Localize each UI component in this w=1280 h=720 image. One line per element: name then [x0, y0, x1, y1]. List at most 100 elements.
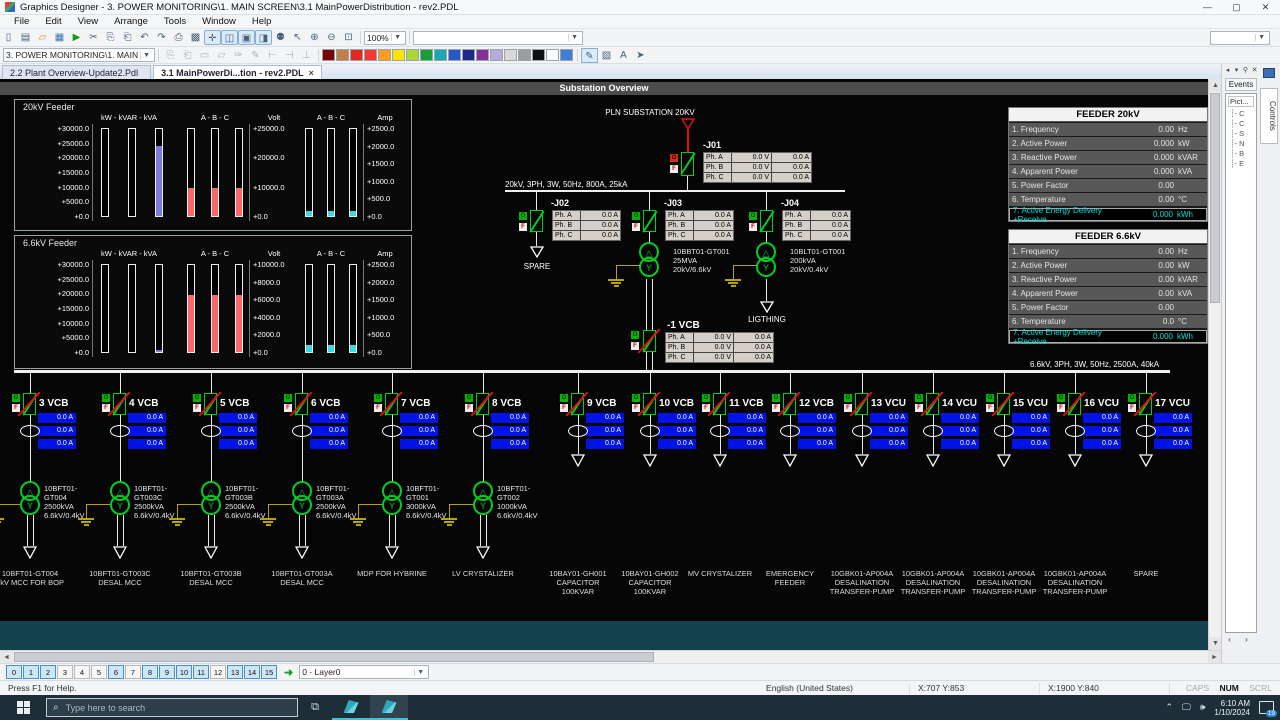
maximize-button[interactable]: ▢: [1222, 0, 1251, 14]
runtime-icon[interactable]: ⚉: [272, 30, 289, 45]
events-tree[interactable]: Pict... ┊- C┊- C┊- S┊- N┊- B┊- E: [1225, 93, 1257, 633]
breaker-open-badge[interactable]: O: [915, 394, 923, 402]
group-icon[interactable]: ▭: [196, 48, 213, 63]
breaker-open-badge[interactable]: O: [986, 394, 994, 402]
tree-item[interactable]: ┊- S: [1226, 129, 1256, 139]
layer-combo[interactable]: 0 - Layer0 ▼: [299, 665, 429, 679]
breaker-open-badge[interactable]: O: [1128, 394, 1136, 402]
color-swatch[interactable]: [504, 49, 517, 61]
zoom-region-icon[interactable]: ⊡: [340, 30, 357, 45]
color-swatch[interactable]: [420, 49, 433, 61]
color-swatch[interactable]: [560, 49, 573, 61]
document-tab[interactable]: 2.2 Plant Overview-Update2.Pdl: [2, 65, 151, 79]
menu-item[interactable]: Edit: [37, 16, 69, 27]
network-icon[interactable]: 🖵: [1182, 702, 1191, 713]
paste-props-icon[interactable]: ⎗: [179, 48, 196, 63]
taskbar-app-wincc[interactable]: [332, 695, 370, 720]
zoom-out-icon[interactable]: ⊖: [323, 30, 340, 45]
breaker-fault-badge[interactable]: F: [844, 404, 852, 412]
layer-button[interactable]: 6: [108, 665, 124, 679]
color-swatch[interactable]: [518, 49, 531, 61]
taskbar-app-graphics-designer[interactable]: [370, 695, 408, 720]
vertical-scrollbar[interactable]: ▲ ▼: [1208, 79, 1221, 650]
grid-icon[interactable]: ▩: [187, 30, 204, 45]
breaker-open-badge[interactable]: O: [193, 394, 201, 402]
breaker-fault-badge[interactable]: F: [749, 223, 757, 231]
drawing-canvas[interactable]: Substation Overview 20kV Feeder kW - kVA…: [0, 79, 1208, 650]
breaker-open-badge[interactable]: O: [670, 154, 678, 162]
new-from-template-icon[interactable]: ▤: [17, 30, 34, 45]
zoom-in-icon[interactable]: ⊕: [306, 30, 323, 45]
breaker-fault-badge[interactable]: F: [915, 404, 923, 412]
breaker-fault-badge[interactable]: F: [986, 404, 994, 412]
tree-item[interactable]: ┊- C: [1226, 109, 1256, 119]
color-swatch[interactable]: [490, 49, 503, 61]
run-icon[interactable]: ▶: [68, 30, 85, 45]
snap-icon[interactable]: ✛: [204, 30, 221, 45]
menu-item[interactable]: Arrange: [106, 16, 156, 27]
copy-icon[interactable]: ⎘: [102, 30, 119, 45]
layer-button[interactable]: 10: [176, 665, 192, 679]
horizontal-scrollbar[interactable]: ◄ ►: [0, 650, 1221, 663]
menu-item[interactable]: Window: [194, 16, 244, 27]
layer-button[interactable]: 2: [40, 665, 56, 679]
pipette-icon[interactable]: ✑: [230, 48, 247, 63]
align-right-icon[interactable]: ⊣: [281, 48, 298, 63]
chevron-down-icon[interactable]: ▼: [391, 34, 403, 41]
new-icon[interactable]: ▯: [0, 30, 17, 45]
color-swatch[interactable]: [546, 49, 559, 61]
layer-button[interactable]: 4: [74, 665, 90, 679]
pen-color-button[interactable]: ✎: [581, 48, 598, 63]
menu-item[interactable]: File: [6, 16, 37, 27]
breaker-fault-badge[interactable]: F: [284, 404, 292, 412]
font-size-combo[interactable]: ▼: [1210, 31, 1270, 45]
breaker-fault-badge[interactable]: F: [1057, 404, 1065, 412]
breaker-fault-badge[interactable]: F: [1128, 404, 1136, 412]
tree-root[interactable]: Pict...: [1228, 96, 1254, 107]
layer-button[interactable]: 12: [210, 665, 226, 679]
task-view-icon[interactable]: ⧉: [298, 701, 332, 714]
color-swatch[interactable]: [392, 49, 405, 61]
tree-item[interactable]: ┊- B: [1226, 149, 1256, 159]
view-folder-icon[interactable]: ▣: [238, 30, 255, 45]
tree-item[interactable]: ┊- C: [1226, 119, 1256, 129]
breaker-fault-badge[interactable]: F: [631, 342, 639, 350]
layer-button[interactable]: 1: [23, 665, 39, 679]
layer-button[interactable]: 7: [125, 665, 141, 679]
chevron-down-icon[interactable]: ▼: [1255, 34, 1267, 41]
dock-control-icon[interactable]: ◂: [1224, 66, 1231, 74]
layer-button[interactable]: 5: [91, 665, 107, 679]
breaker-open-badge[interactable]: O: [465, 394, 473, 402]
breaker-fault-badge[interactable]: F: [560, 404, 568, 412]
events-tab[interactable]: Events: [1225, 78, 1257, 91]
color-swatch[interactable]: [476, 49, 489, 61]
print-icon[interactable]: ⎙: [170, 30, 187, 45]
color-swatch[interactable]: [364, 49, 377, 61]
chevron-down-icon[interactable]: ▼: [414, 669, 426, 676]
undo-icon[interactable]: ↶: [136, 30, 153, 45]
breaker-fault-badge[interactable]: F: [465, 404, 473, 412]
breaker-fault-badge[interactable]: F: [519, 223, 527, 231]
minimize-button[interactable]: —: [1193, 0, 1222, 14]
breaker-fault-badge[interactable]: F: [632, 404, 640, 412]
scrollbar-thumb[interactable]: [14, 652, 654, 662]
breaker-open-badge[interactable]: O: [702, 394, 710, 402]
breaker-open-badge[interactable]: O: [749, 212, 757, 220]
dock-nav-arrows[interactable]: ‹ ›: [1222, 634, 1260, 644]
breaker-fault-badge[interactable]: F: [12, 404, 20, 412]
text-color-button[interactable]: A: [615, 48, 632, 63]
dock-control-icon[interactable]: ⚲: [1242, 66, 1249, 74]
save-icon[interactable]: ▦: [51, 30, 68, 45]
color-swatch[interactable]: [448, 49, 461, 61]
fill-color-button[interactable]: ▨: [598, 48, 615, 63]
taskbar-search-input[interactable]: ⌕ Type here to search: [46, 698, 298, 717]
scrollbar-thumb[interactable]: [1210, 93, 1220, 303]
zoom-level-combo[interactable]: 100%▼: [364, 31, 406, 45]
color-swatch[interactable]: [406, 49, 419, 61]
controls-tab[interactable]: Controls: [1260, 88, 1278, 144]
menu-item[interactable]: Help: [244, 16, 280, 27]
picture-path-combo[interactable]: 3. POWER MONITORING\1. MAIN S ▼: [3, 48, 155, 62]
align-bottom-icon[interactable]: ⊥: [298, 48, 315, 63]
breaker-open-badge[interactable]: O: [772, 394, 780, 402]
layer-button[interactable]: 13: [227, 665, 243, 679]
